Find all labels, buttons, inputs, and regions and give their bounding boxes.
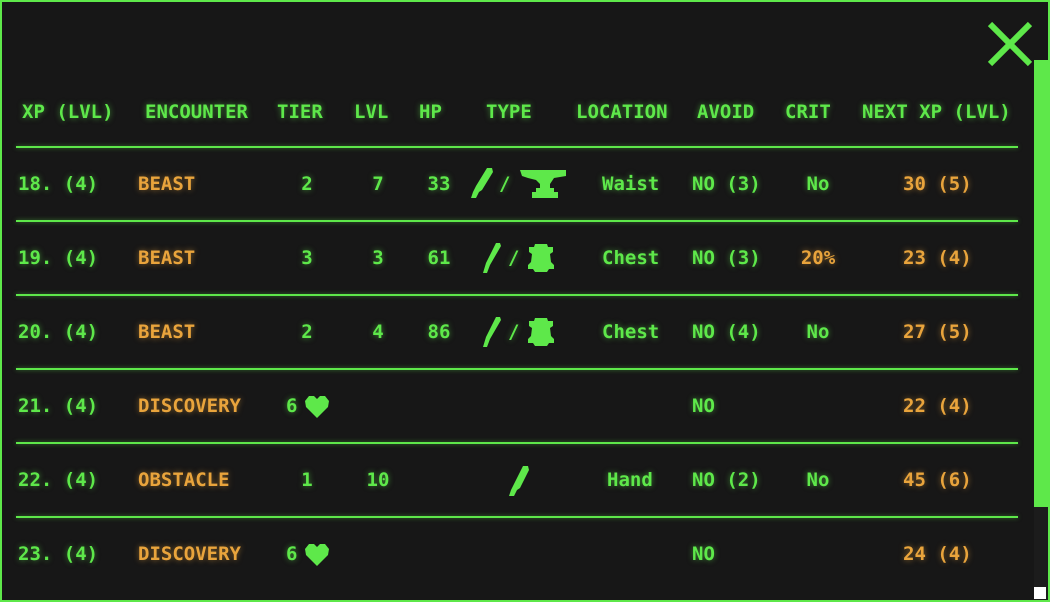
row-next-xp: 30 (5)	[903, 173, 972, 195]
row-divider	[16, 294, 1018, 296]
row-encounter: OBSTACLE	[138, 469, 230, 491]
row-encounter: DISCOVERY	[138, 543, 241, 565]
row-xp: 18. (4)	[18, 173, 99, 195]
row-xp: 23. (4)	[18, 543, 99, 565]
row-avoid: NO (4)	[692, 321, 761, 343]
close-icon	[987, 21, 1033, 67]
row-location: Hand	[607, 469, 653, 491]
row-divider	[16, 220, 1018, 222]
row-tier: 6	[286, 395, 298, 417]
row-avoid: NO	[692, 395, 715, 417]
blade-icon	[509, 466, 529, 496]
row-tier: 1	[301, 469, 313, 491]
heart-icon	[305, 396, 329, 418]
row-tier: 6	[286, 543, 298, 565]
header-tier: TIER	[277, 101, 323, 123]
row-encounter: BEAST	[138, 321, 196, 343]
row-next-xp: 27 (5)	[903, 321, 972, 343]
row-next-xp: 45 (6)	[903, 469, 972, 491]
row-divider	[16, 146, 1018, 148]
row-next-xp: 22 (4)	[903, 395, 972, 417]
row-avoid: NO (2)	[692, 469, 761, 491]
row-tier: 3	[301, 247, 313, 269]
header-lvl: LVL	[354, 101, 389, 123]
header-crit: CRIT	[785, 101, 831, 123]
row-xp: 22. (4)	[18, 469, 99, 491]
row-lvl: 3	[372, 247, 384, 269]
row-encounter: DISCOVERY	[138, 395, 241, 417]
row-divider	[16, 442, 1018, 444]
header-next-xp: NEXT XP (LVL)	[862, 101, 1011, 123]
header-type: TYPE	[486, 101, 532, 123]
type-separator: /	[499, 173, 511, 195]
header-xp: XP (LVL)	[22, 101, 114, 123]
row-lvl: 4	[372, 321, 384, 343]
blade-icon	[483, 317, 501, 347]
hide-icon	[528, 318, 554, 346]
row-location: Chest	[602, 321, 660, 343]
blade-icon	[483, 243, 501, 273]
row-crit: 20%	[800, 247, 836, 269]
row-divider	[16, 516, 1018, 518]
row-crit: No	[806, 469, 830, 491]
row-divider	[16, 368, 1018, 370]
row-next-xp: 23 (4)	[903, 247, 972, 269]
row-lvl: 10	[366, 469, 390, 491]
row-avoid: NO (3)	[692, 247, 761, 269]
row-xp: 21. (4)	[18, 395, 99, 417]
blade-icon	[471, 168, 493, 198]
close-button[interactable]	[986, 20, 1034, 68]
row-location: Chest	[602, 247, 660, 269]
row-avoid: NO	[692, 543, 715, 565]
row-location: Waist	[602, 173, 660, 195]
scrollbar-end-marker	[1034, 587, 1046, 599]
row-hp: 61	[427, 247, 451, 269]
row-encounter: BEAST	[138, 173, 196, 195]
type-separator: /	[508, 247, 520, 269]
header-hp: HP	[419, 101, 442, 123]
row-tier: 2	[301, 321, 313, 343]
row-crit: No	[806, 321, 830, 343]
row-avoid: NO (3)	[692, 173, 761, 195]
row-xp: 19. (4)	[18, 247, 99, 269]
heart-icon	[305, 544, 329, 566]
header-location: LOCATION	[576, 101, 668, 123]
header-avoid: AVOID	[697, 101, 755, 123]
row-hp: 86	[427, 321, 451, 343]
anvil-icon	[520, 170, 566, 198]
row-tier: 2	[301, 173, 313, 195]
hide-icon	[528, 244, 554, 272]
type-separator: /	[508, 321, 520, 343]
encounter-log-panel: XP (LVL) ENCOUNTER TIER LVL HP TYPE LOCA…	[0, 0, 1050, 602]
row-lvl: 7	[372, 173, 384, 195]
row-encounter: BEAST	[138, 247, 196, 269]
row-next-xp: 24 (4)	[903, 543, 972, 565]
row-xp: 20. (4)	[18, 321, 99, 343]
row-crit: No	[806, 173, 830, 195]
scrollbar-thumb[interactable]	[1034, 60, 1048, 507]
header-encounter: ENCOUNTER	[145, 101, 248, 123]
row-hp: 33	[427, 173, 451, 195]
